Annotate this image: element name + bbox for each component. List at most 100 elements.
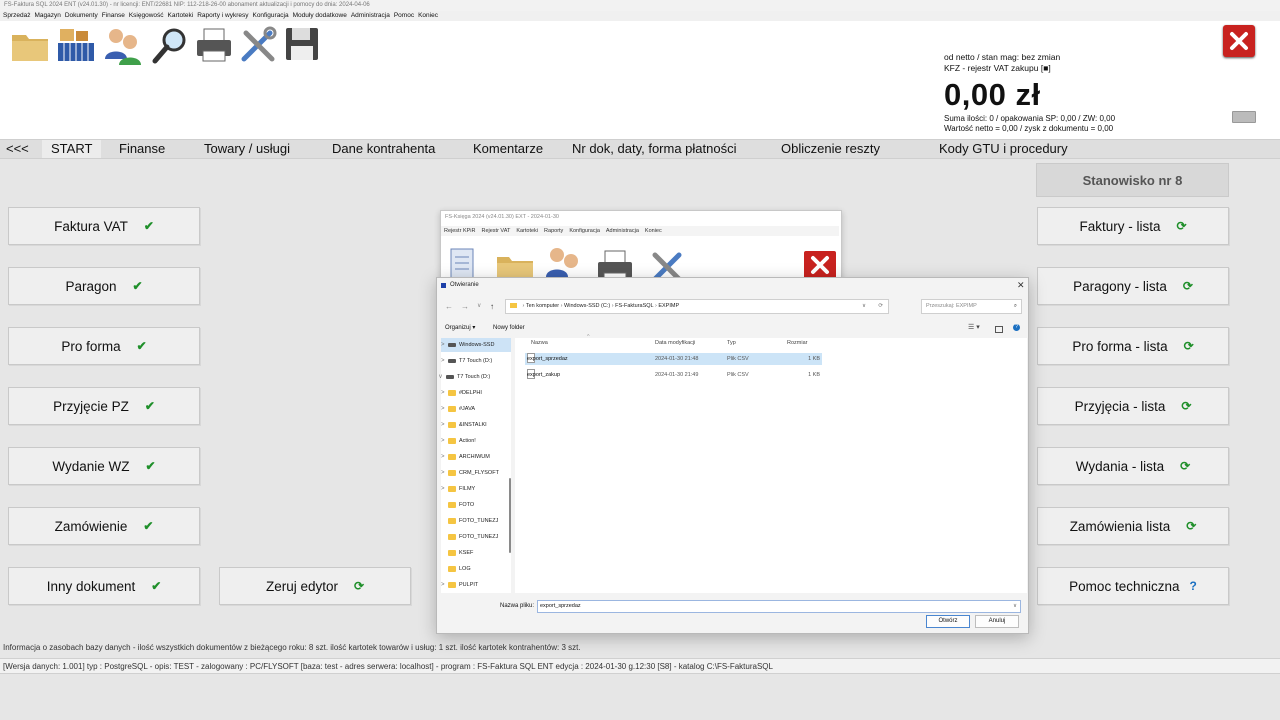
column-header-name[interactable]: Nazwa — [531, 340, 548, 346]
breadcrumb-item[interactable]: FS-FakturaSQL — [615, 303, 653, 309]
printer-icon[interactable] — [194, 25, 236, 67]
tree-scrollbar[interactable] — [509, 478, 511, 553]
menu-item[interactable]: Dokumenty — [65, 12, 98, 19]
menu-item[interactable]: Pomoc — [394, 12, 414, 19]
faktury-lista-button[interactable]: Faktury - lista ⟳ — [1037, 207, 1229, 245]
forward-arrow-icon[interactable]: → — [461, 302, 469, 311]
close-button[interactable] — [1223, 25, 1255, 57]
menu-item[interactable]: Kartoteki — [168, 12, 194, 19]
pomoc-techniczna-button[interactable]: Pomoc techniczna? — [1037, 567, 1229, 605]
pro-forma-button[interactable]: Pro forma ✔ — [8, 327, 200, 365]
menu-item[interactable]: Raporty — [544, 228, 563, 234]
menu-item[interactable]: Koniec — [418, 12, 438, 19]
paragony-lista-button[interactable]: Paragony - lista ⟳ — [1037, 267, 1229, 305]
dialog-close-icon[interactable]: ✕ — [1017, 280, 1025, 291]
tree-item[interactable]: > Action! — [441, 434, 476, 448]
keyboard-icon[interactable] — [1232, 111, 1256, 123]
column-header-size[interactable]: Rozmiar — [787, 340, 807, 346]
filename-input[interactable]: export_sprzedaz ∨ — [537, 600, 1021, 613]
tree-item[interactable]: FOTO_TUNEZJ — [441, 514, 498, 528]
chevron-down-icon[interactable]: ∨ — [862, 300, 866, 313]
tree-item[interactable]: FOTO — [441, 498, 474, 512]
floppy-disk-icon[interactable] — [283, 25, 325, 67]
refresh-icon[interactable]: ⟳ — [878, 300, 883, 313]
tab-back[interactable]: <<< — [6, 140, 29, 158]
tree-item[interactable]: > ARCHIWUM — [441, 450, 490, 464]
tree-item[interactable]: > FILMY — [441, 482, 475, 496]
tab-start[interactable]: START — [42, 140, 102, 158]
tree-item[interactable]: > #DELPHI — [441, 386, 482, 400]
tools-icon[interactable] — [238, 25, 280, 67]
chevron-down-icon[interactable]: ∨ — [1013, 601, 1017, 612]
menu-item[interactable]: Administracja — [606, 228, 639, 234]
help-icon[interactable]: ? — [1013, 324, 1020, 331]
tab-nr-dok[interactable]: Nr dok, daty, forma płatności — [572, 140, 737, 158]
up-arrow-icon[interactable]: ↑ — [490, 302, 494, 311]
menu-item[interactable]: Rejestr VAT — [481, 228, 510, 234]
tab-komentarze[interactable]: Komentarze — [473, 140, 543, 158]
cancel-button[interactable]: Anuluj — [975, 615, 1019, 628]
pro-forma-lista-button[interactable]: Pro forma - lista ⟳ — [1037, 327, 1229, 365]
tab-finanse[interactable]: Finanse — [119, 140, 165, 158]
tree-item[interactable]: > #JAVA — [441, 402, 475, 416]
faktura-vat-button[interactable]: Faktura VAT ✔ — [8, 207, 200, 245]
new-folder-button[interactable]: Nowy folder — [493, 320, 525, 336]
wydania-lista-button[interactable]: Wydania - lista ⟳ — [1037, 447, 1229, 485]
tree-item[interactable]: KSEF — [441, 546, 473, 560]
tab-kody-gtu[interactable]: Kody GTU i procedury — [939, 140, 1068, 158]
file-row[interactable]: export_sprzedaz 2024-01-30 21:48 Plik CS… — [525, 353, 822, 365]
zeruj-edytor-button[interactable]: Zeruj edytor ⟳ — [219, 567, 411, 605]
menu-item[interactable]: Raporty i wykresy — [197, 12, 248, 19]
menu-item[interactable]: Sprzedaż — [3, 12, 30, 19]
zamowienia-lista-button[interactable]: Zamówienia lista ⟳ — [1037, 507, 1229, 545]
inny-dokument-button[interactable]: Inny dokument ✔ — [8, 567, 200, 605]
menu-item[interactable]: Finanse — [102, 12, 125, 19]
back-arrow-icon[interactable]: ← — [445, 302, 453, 311]
tree-item[interactable]: > PULPIT — [441, 578, 478, 592]
menu-item[interactable]: Rejestr KPiR — [444, 228, 475, 234]
address-bar[interactable]: › Ten komputer › Windows-SSD (C:) › FS-F… — [505, 299, 889, 314]
close-button[interactable] — [804, 251, 836, 279]
przyjecie-pz-button[interactable]: Przyjęcie PZ ✔ — [8, 387, 200, 425]
menu-item[interactable]: Kartoteki — [516, 228, 538, 234]
paragon-button[interactable]: Paragon ✔ — [8, 267, 200, 305]
organize-button[interactable]: Organizuj ▾ — [445, 320, 475, 336]
menu-item[interactable]: Moduły dodatkowe — [293, 12, 347, 19]
tab-dane-kontrahenta[interactable]: Dane kontrahenta — [332, 140, 435, 158]
tree-item[interactable]: > Windows-SSD — [441, 338, 511, 352]
warehouse-icon[interactable] — [56, 25, 98, 67]
tree-item[interactable]: > &INSTALKI — [441, 418, 487, 432]
open-button[interactable]: Otwórz — [926, 615, 970, 628]
search-input[interactable]: Przeszukaj: EXPIMP ⌕ — [921, 299, 1022, 314]
tree-item[interactable]: FOTO_TUNEZJ — [441, 530, 498, 544]
column-header-date[interactable]: Data modyfikacji — [655, 340, 695, 346]
preview-pane-icon[interactable] — [995, 326, 1003, 333]
przyjecia-lista-button[interactable]: Przyjęcia - lista ⟳ — [1037, 387, 1229, 425]
menu-item[interactable]: Konfiguracja — [252, 12, 288, 19]
column-header-type[interactable]: Typ — [727, 340, 736, 346]
menu-item[interactable]: Konfiguracja — [569, 228, 600, 234]
help-icon: ? — [1189, 579, 1197, 593]
breadcrumb-item[interactable]: EXPIMP — [658, 303, 679, 309]
breadcrumb-item[interactable]: Windows-SSD (C:) — [564, 303, 610, 309]
contacts-icon[interactable] — [102, 25, 144, 67]
tree-item[interactable]: > CRM_FLYSOFT — [441, 466, 499, 480]
view-options-icon[interactable]: ☰ ▾ — [968, 320, 980, 336]
open-file-dialog[interactable]: Otwieranie ✕ ← → ∨ ↑ › Ten komputer › Wi… — [436, 277, 1029, 634]
folder-icon[interactable] — [10, 25, 52, 67]
breadcrumb-item[interactable]: Ten komputer — [526, 303, 559, 309]
tree-item[interactable]: LOG — [441, 562, 471, 576]
tree-item[interactable]: v T7 Touch (D:) — [439, 370, 490, 384]
tree-item[interactable]: > T7 Touch (D:) — [441, 354, 492, 368]
tab-towary[interactable]: Towary / usługi — [204, 140, 290, 158]
recent-dropdown-icon[interactable]: ∨ — [477, 302, 481, 309]
zamowienie-button[interactable]: Zamówienie ✔ — [8, 507, 200, 545]
file-row[interactable]: export_zakup 2024-01-30 21:49 Plik CSV 1… — [525, 369, 822, 381]
tab-obliczenie-reszty[interactable]: Obliczenie reszty — [781, 140, 880, 158]
menu-item[interactable]: Księgowość — [129, 12, 164, 19]
magnifier-icon[interactable] — [150, 25, 192, 67]
menu-item[interactable]: Magazyn — [34, 12, 60, 19]
wydanie-wz-button[interactable]: Wydanie WZ ✔ — [8, 447, 200, 485]
menu-item[interactable]: Administracja — [351, 12, 390, 19]
menu-item[interactable]: Koniec — [645, 228, 662, 234]
